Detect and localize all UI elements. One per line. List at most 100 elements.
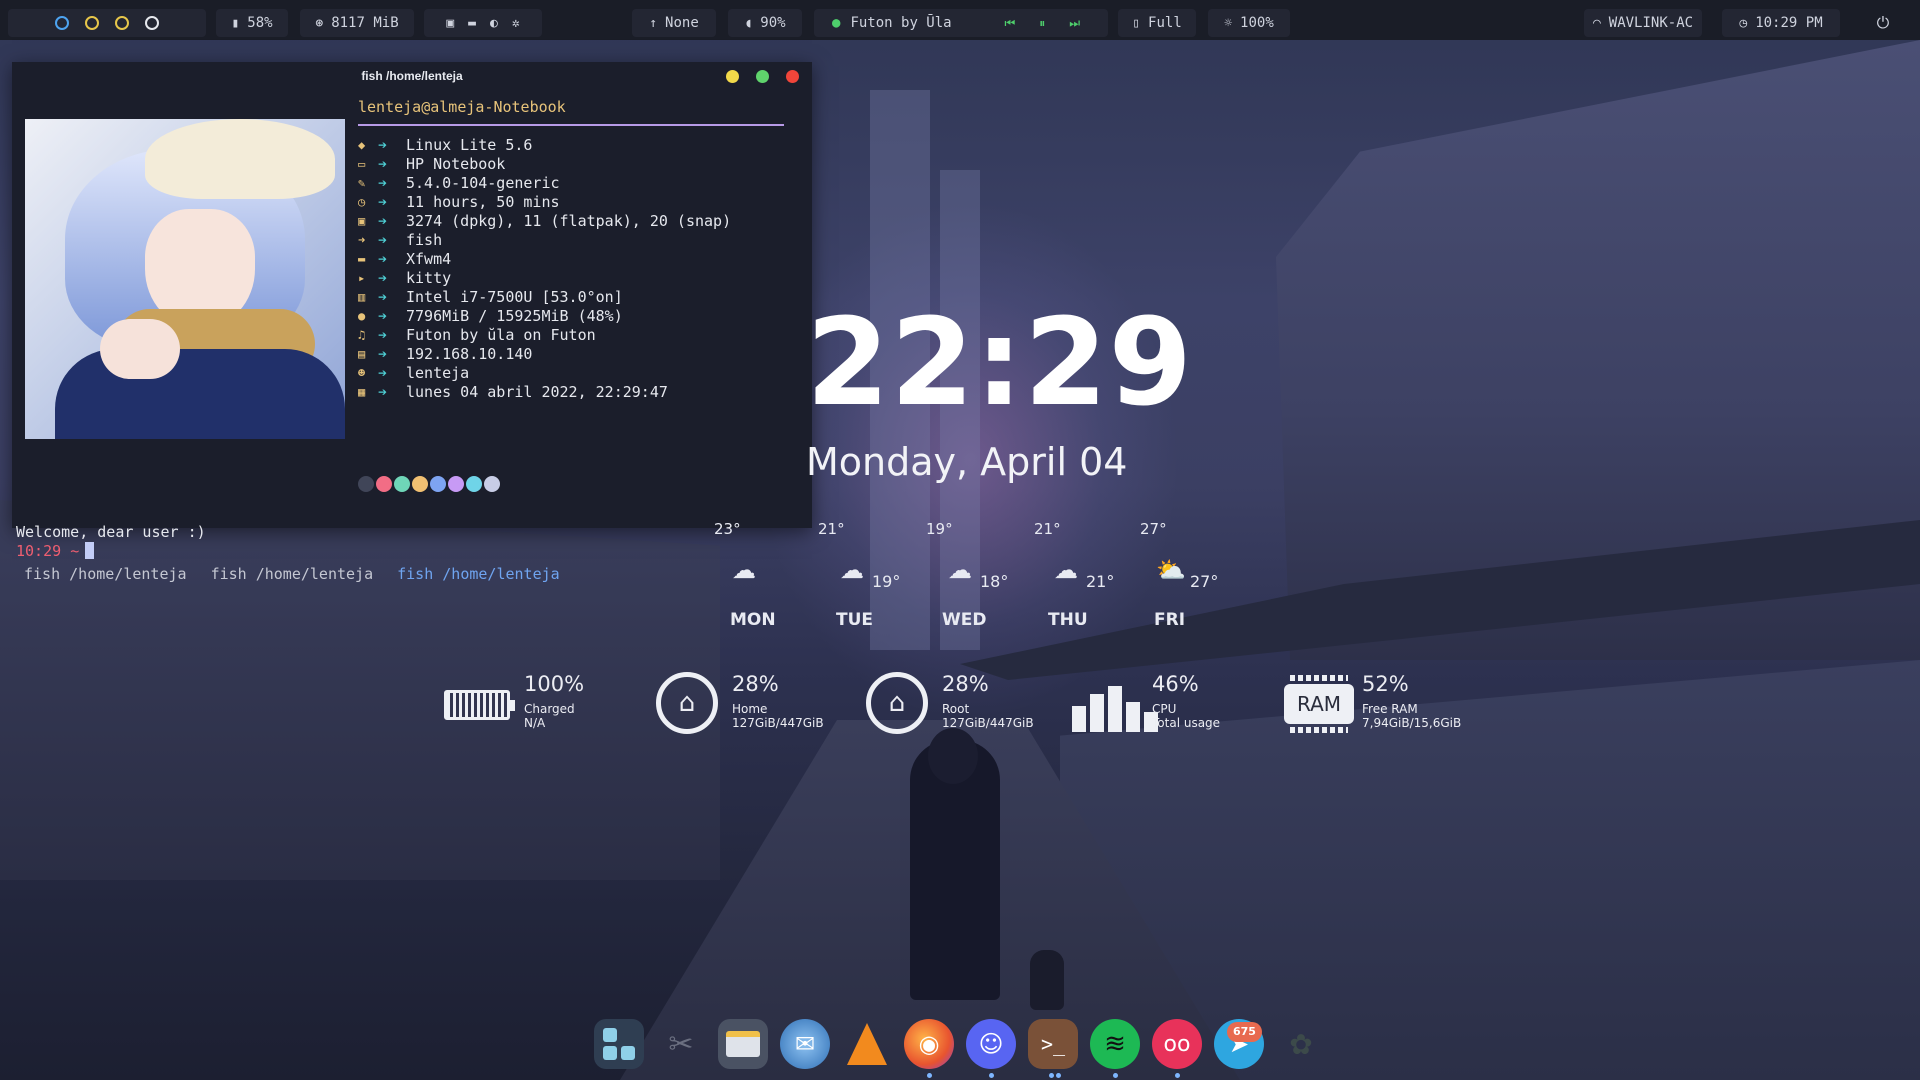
browser-launcher-icon[interactable]: ◐	[490, 16, 498, 31]
weather-high: 21°	[818, 520, 845, 538]
ram-widget: RAM 52% Free RAM 7,94GiB/15,6GiB	[1284, 672, 1484, 733]
info-value: HP Notebook	[406, 155, 506, 173]
window-title[interactable]: fish /home/lenteja	[12, 62, 812, 90]
file-manager-icon[interactable]	[718, 1019, 768, 1069]
battery-indicator[interactable]: ▯ Full	[1118, 9, 1196, 37]
memory-label: 8117 MiB	[331, 15, 399, 31]
running-indicator	[1049, 1073, 1054, 1078]
clock-icon: ◷	[358, 195, 366, 209]
home-label: Home	[732, 702, 768, 716]
info-row: ☻ ➔ lenteja	[358, 364, 731, 383]
shell-prompt[interactable]: 10:29 ~	[16, 542, 95, 560]
info-value: 7796MiB / 15925MiB (48%)	[406, 307, 623, 325]
screenshot-scissors-icon[interactable]: ✂	[656, 1019, 706, 1069]
info-value: lunes 04 abril 2022, 22:29:47	[406, 383, 668, 401]
workspace-3[interactable]	[115, 16, 129, 30]
workspace-1[interactable]	[55, 16, 69, 30]
desktop-date: Monday, April 04	[806, 440, 1128, 484]
mail-client-icon[interactable]: ✉	[780, 1019, 830, 1069]
sun-cloud-icon: ⛅	[1156, 556, 1186, 584]
palette-swatch	[376, 476, 392, 492]
firefox-icon[interactable]: ◉	[904, 1019, 954, 1069]
clock-indicator[interactable]: ◷ 10:29 PM	[1722, 9, 1840, 37]
extra-app-icon[interactable]: ✿	[1276, 1019, 1326, 1069]
terminal-tabs: fish /home/lenteja fish /home/lenteja fi…	[12, 565, 812, 587]
home-usage: 127GiB/447GiB	[732, 716, 824, 730]
color-palette	[358, 476, 500, 492]
weather-low: 18°	[980, 572, 1009, 591]
cpu-bars-icon	[1072, 686, 1158, 732]
avatar-hand	[100, 319, 180, 379]
ram-percent: 52%	[1362, 672, 1409, 696]
volume-indicator[interactable]: ◖ 90%	[728, 9, 802, 37]
tab-3[interactable]: fish /home/lenteja	[385, 565, 572, 587]
vlc-icon[interactable]	[842, 1019, 892, 1069]
wifi-indicator[interactable]: ◠ WAVLINK-AC	[1584, 9, 1702, 37]
home-disk-widget: ⌂ 28% Home 127GiB/447GiB	[656, 672, 836, 734]
root-percent: 28%	[942, 672, 989, 696]
running-indicator	[1056, 1073, 1061, 1078]
terminal-window[interactable]: fish /home/lenteja lenteja@almeja-Notebo…	[12, 62, 812, 583]
spotify-dock-icon[interactable]: ≋	[1090, 1019, 1140, 1069]
weather-day-wed: 19° ☁ 18° WED	[914, 520, 1024, 640]
palette-swatch	[430, 476, 446, 492]
desktop-clock: 22:29	[806, 294, 1193, 433]
cpu-label: CPU	[1152, 702, 1177, 716]
folder-launcher-icon[interactable]: ▬	[468, 16, 476, 31]
root-icon: ⌂	[866, 672, 928, 734]
arrow-right-icon: ➔	[378, 307, 388, 325]
power-button[interactable]: ⏻	[1862, 9, 1904, 37]
ram-chip-icon: RAM	[1284, 675, 1354, 733]
brightness-icon: ☼	[1224, 15, 1233, 31]
running-indicator	[927, 1073, 932, 1078]
volume-label: 90%	[760, 15, 786, 31]
tab-1[interactable]: fish /home/lenteja	[12, 565, 199, 587]
calendar-icon: ▦	[358, 385, 366, 399]
settings-launcher-icon[interactable]: ✲	[512, 16, 520, 31]
arrow-right-icon: ➔	[378, 174, 388, 192]
shell-icon: ➜	[358, 233, 366, 247]
pause-button[interactable]: ⏸	[1039, 16, 1045, 31]
workspace-4[interactable]	[145, 16, 159, 30]
info-row: ◆ ➔ Linux Lite 5.6	[358, 136, 731, 155]
photo-app-icon[interactable]: oo	[1152, 1019, 1202, 1069]
palette-swatch	[448, 476, 464, 492]
maximize-button[interactable]	[756, 70, 769, 83]
weather-day: THU	[1048, 610, 1088, 630]
next-track-button[interactable]: ⏭	[1069, 16, 1080, 31]
laptop-icon: ▭	[358, 157, 366, 171]
cpu-widget: 46% CPU Total usage	[1072, 672, 1232, 732]
weather-low: 21°	[1086, 572, 1115, 591]
palette-swatch	[412, 476, 428, 492]
network-up-indicator[interactable]: ↑ None	[632, 9, 716, 37]
battery-label: Full	[1148, 15, 1182, 31]
memory-indicator[interactable]: ⊛ 8117 MiB	[300, 9, 414, 37]
info-row: ▥ ➔ Intel i7-7500U [53.0°on]	[358, 288, 731, 307]
palette-swatch	[466, 476, 482, 492]
prompt-symbol: ~	[70, 542, 80, 560]
disk-indicator[interactable]: ▮ 58%	[216, 9, 288, 37]
workspace-2[interactable]	[85, 16, 99, 30]
app-grid-icon[interactable]	[594, 1019, 644, 1069]
wallpaper-house	[0, 500, 720, 880]
previous-track-button[interactable]: ⏮	[1004, 16, 1015, 31]
weather-day-tue: 21° ☁ 19° TUE	[808, 520, 918, 640]
tab-2[interactable]: fish /home/lenteja	[199, 565, 386, 587]
network-up-label: None	[665, 15, 699, 31]
fetch-info: ◆ ➔ Linux Lite 5.6 ▭ ➔ HP Notebook ✎ ➔ 5.4.0-104…	[358, 136, 731, 402]
discord-icon[interactable]: ☺	[966, 1019, 1016, 1069]
arrow-right-icon: ➔	[378, 364, 388, 382]
at-sign: @	[421, 98, 431, 116]
close-button[interactable]	[786, 70, 799, 83]
terminal-app-icon[interactable]: >_	[1028, 1019, 1078, 1069]
arrow-right-icon: ➔	[378, 250, 388, 268]
wrench-icon: ✎	[358, 176, 366, 190]
running-indicator	[1175, 1073, 1180, 1078]
minimize-button[interactable]	[726, 70, 739, 83]
time-label: 10:29 PM	[1755, 15, 1823, 31]
info-row: ▣ ➔ 3274 (dpkg), 11 (flatpak), 20 (snap)	[358, 212, 731, 231]
arrow-right-icon: ➔	[378, 288, 388, 306]
brightness-indicator[interactable]: ☼ 100%	[1208, 9, 1290, 37]
weather-day: TUE	[836, 610, 874, 630]
terminal-launcher-icon[interactable]: ▣	[446, 16, 454, 31]
